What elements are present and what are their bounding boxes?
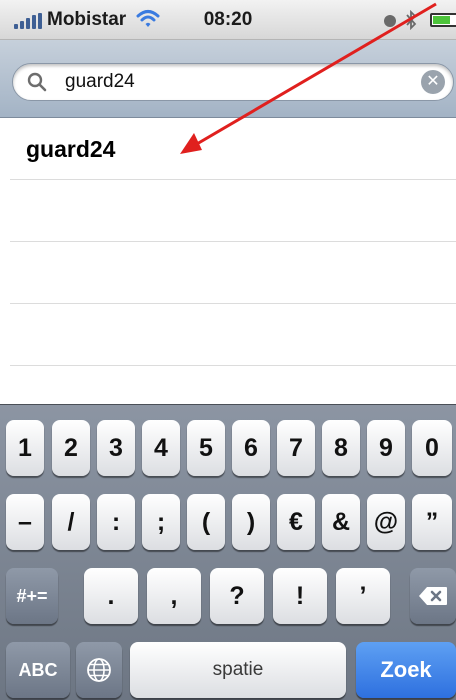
- list-item: [10, 242, 456, 304]
- list-item-label: guard24: [26, 136, 116, 162]
- key-dash[interactable]: –: [6, 494, 44, 550]
- backspace-icon: [419, 587, 447, 605]
- key-quote[interactable]: ”: [412, 494, 452, 550]
- search-action-key[interactable]: Zoek: [356, 642, 456, 698]
- key-semicolon[interactable]: ;: [142, 494, 180, 550]
- battery-icon: [430, 13, 456, 27]
- space-key[interactable]: spatie: [130, 642, 346, 698]
- rotation-lock-icon: [384, 15, 396, 27]
- key-euro[interactable]: €: [277, 494, 315, 550]
- status-bar: Mobistar 08:20: [0, 0, 456, 40]
- globe-key[interactable]: [76, 642, 122, 698]
- key-8[interactable]: 8: [322, 420, 360, 476]
- search-icon: [27, 72, 47, 92]
- key-2[interactable]: 2: [52, 420, 90, 476]
- key-5[interactable]: 5: [187, 420, 225, 476]
- key-period[interactable]: .: [84, 568, 138, 624]
- search-results-list: guard24: [10, 118, 456, 366]
- key-7[interactable]: 7: [277, 420, 315, 476]
- key-slash[interactable]: /: [52, 494, 90, 550]
- search-bar: ✕: [0, 40, 456, 118]
- symbols-shift-key[interactable]: #+=: [6, 568, 58, 624]
- key-0[interactable]: 0: [412, 420, 452, 476]
- key-ampersand[interactable]: &: [322, 494, 360, 550]
- key-1[interactable]: 1: [6, 420, 44, 476]
- clear-icon[interactable]: ✕: [421, 70, 445, 94]
- bluetooth-icon: [406, 10, 417, 30]
- key-colon[interactable]: :: [97, 494, 135, 550]
- key-4[interactable]: 4: [142, 420, 180, 476]
- key-3[interactable]: 3: [97, 420, 135, 476]
- key-at[interactable]: @: [367, 494, 405, 550]
- key-9[interactable]: 9: [367, 420, 405, 476]
- keyboard: 1 2 3 4 5 6 7 8 9 0 – / : ; ( ) € & @ ” …: [0, 404, 456, 700]
- key-comma[interactable]: ,: [147, 568, 201, 624]
- key-exclamation[interactable]: !: [273, 568, 327, 624]
- key-question[interactable]: ?: [210, 568, 264, 624]
- battery-level: [433, 16, 450, 24]
- key-open-paren[interactable]: (: [187, 494, 225, 550]
- key-close-paren[interactable]: ): [232, 494, 270, 550]
- list-item: [10, 304, 456, 366]
- key-6[interactable]: 6: [232, 420, 270, 476]
- search-input[interactable]: [65, 71, 395, 93]
- list-item[interactable]: guard24: [10, 118, 456, 180]
- list-item: [10, 180, 456, 242]
- search-field[interactable]: ✕: [12, 63, 454, 101]
- key-apostrophe[interactable]: ’: [336, 568, 390, 624]
- abc-mode-key[interactable]: ABC: [6, 642, 70, 698]
- globe-icon: [87, 658, 111, 682]
- backspace-key[interactable]: [410, 568, 456, 624]
